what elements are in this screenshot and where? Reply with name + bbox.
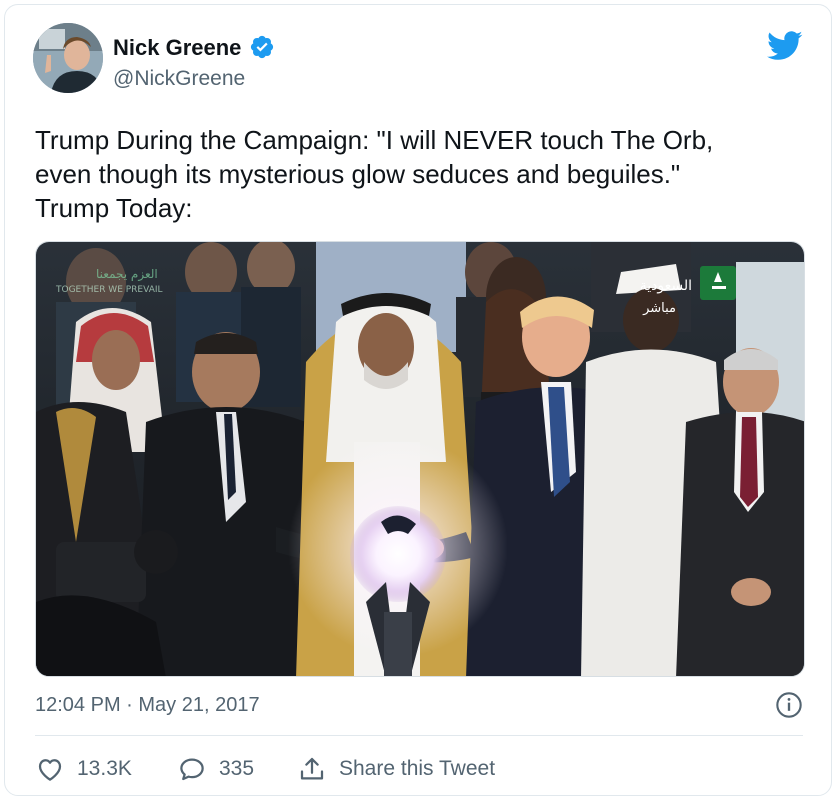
tweet-text: Trump During the Campaign: "I will NEVER… [35,123,805,225]
tweet-header: Nick Greene @NickGreene [5,5,831,105]
overlay-channel-name: السعودية [640,278,692,294]
share-label: Share this Tweet [339,757,496,780]
tweet-photo[interactable]: العزم يجمعنا TOGETHER WE PREVAIL السعودي… [35,241,805,677]
tweet-text-line: even though its mysterious glow seduces … [35,159,681,189]
like-count: 13.3K [77,757,132,780]
overlay-left-arabic: العزم يجمعنا [96,267,158,282]
tweet-timestamp[interactable]: 12:04 PM · May 21, 2017 [35,694,260,717]
info-icon[interactable] [775,691,803,719]
divider [35,735,803,736]
overlay-live-label: مباشر [642,301,676,316]
twitter-bird-icon[interactable] [767,31,803,61]
verified-badge-icon [250,35,274,59]
tweet-text-line: Trump During the Campaign: "I will NEVER… [35,125,714,155]
heart-icon [38,759,62,781]
author-handle[interactable]: @NickGreene [113,67,245,91]
share-button[interactable]: Share this Tweet [297,749,495,789]
share-icon [300,757,324,780]
author-name[interactable]: Nick Greene [113,35,241,61]
reply-count: 335 [219,757,255,780]
reply-button[interactable]: 335 [177,749,254,789]
author-avatar[interactable] [33,23,103,93]
tweet-text-line: Trump Today: [35,193,193,223]
overlay-left-english: TOGETHER WE PREVAIL [55,285,163,295]
like-button[interactable]: 13.3K [35,749,132,789]
tweet-card: Nick Greene @NickGreene Trump During the… [4,4,832,796]
reply-icon [180,758,204,781]
photo-scene: العزم يجمعنا TOGETHER WE PREVAIL السعودي… [36,242,804,676]
tweet-actions: 13.3K 335 Share this Tweet [35,749,805,789]
